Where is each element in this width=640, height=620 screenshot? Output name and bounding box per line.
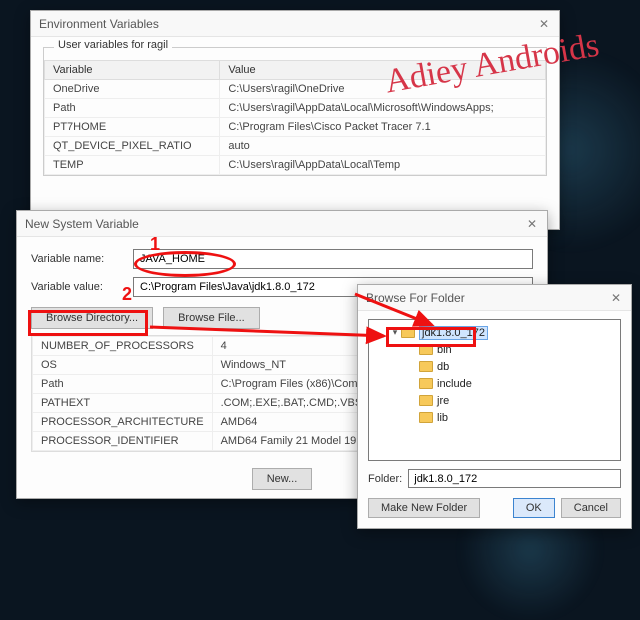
col-value[interactable]: Value — [220, 61, 546, 80]
col-variable[interactable]: Variable — [45, 61, 220, 80]
folder-icon — [419, 395, 433, 406]
table-row[interactable]: PathC:\Users\ragil\AppData\Local\Microso… — [45, 99, 546, 118]
browse-for-folder-window: Browse For Folder ✕ ▾jdk1.8.0_172bindbin… — [357, 284, 632, 529]
cancel-button[interactable]: Cancel — [561, 498, 621, 518]
table-row[interactable]: QT_DEVICE_PIXEL_RATIOauto — [45, 137, 546, 156]
tree-item[interactable]: jre — [371, 392, 618, 409]
folder-icon — [419, 344, 433, 355]
new-button[interactable]: New... — [252, 468, 313, 490]
titlebar: New System Variable ✕ — [17, 211, 547, 237]
tree-item[interactable]: include — [371, 375, 618, 392]
tree-item[interactable]: lib — [371, 409, 618, 426]
browse-file-button[interactable]: Browse File... — [163, 307, 260, 329]
user-vars-group-label: User variables for ragil — [54, 39, 172, 51]
tree-item[interactable]: ▾jdk1.8.0_172 — [371, 324, 618, 341]
close-icon[interactable]: ✕ — [537, 17, 551, 31]
variable-name-input[interactable] — [133, 249, 533, 269]
window-title: Environment Variables — [39, 17, 537, 31]
user-vars-table: Variable Value OneDriveC:\Users\ragil\On… — [44, 60, 546, 175]
close-icon[interactable]: ✕ — [525, 217, 539, 231]
environment-variables-window: Environment Variables ✕ User variables f… — [30, 10, 560, 230]
window-title: New System Variable — [25, 217, 525, 231]
make-new-folder-button[interactable]: Make New Folder — [368, 498, 480, 518]
titlebar: Environment Variables ✕ — [31, 11, 559, 37]
tree-item[interactable]: bin — [371, 341, 618, 358]
browse-directory-button[interactable]: Browse Directory... — [31, 307, 153, 329]
table-row[interactable]: TEMPC:\Users\ragil\AppData\Local\Temp — [45, 156, 546, 175]
folder-icon — [419, 412, 433, 423]
ok-button[interactable]: OK — [513, 498, 555, 518]
folder-icon — [419, 378, 433, 389]
folder-icon — [401, 327, 415, 338]
variable-name-label: Variable name: — [31, 253, 123, 265]
folder-input[interactable] — [408, 469, 621, 488]
folder-tree[interactable]: ▾jdk1.8.0_172bindbincludejrelib — [368, 319, 621, 461]
window-title: Browse For Folder — [366, 291, 609, 305]
table-row[interactable]: PT7HOMEC:\Program Files\Cisco Packet Tra… — [45, 118, 546, 137]
close-icon[interactable]: ✕ — [609, 291, 623, 305]
variable-value-label: Variable value: — [31, 281, 123, 293]
table-row[interactable]: OneDriveC:\Users\ragil\OneDrive — [45, 80, 546, 99]
folder-icon — [419, 361, 433, 372]
titlebar: Browse For Folder ✕ — [358, 285, 631, 311]
tree-item[interactable]: db — [371, 358, 618, 375]
folder-label: Folder: — [368, 473, 402, 485]
